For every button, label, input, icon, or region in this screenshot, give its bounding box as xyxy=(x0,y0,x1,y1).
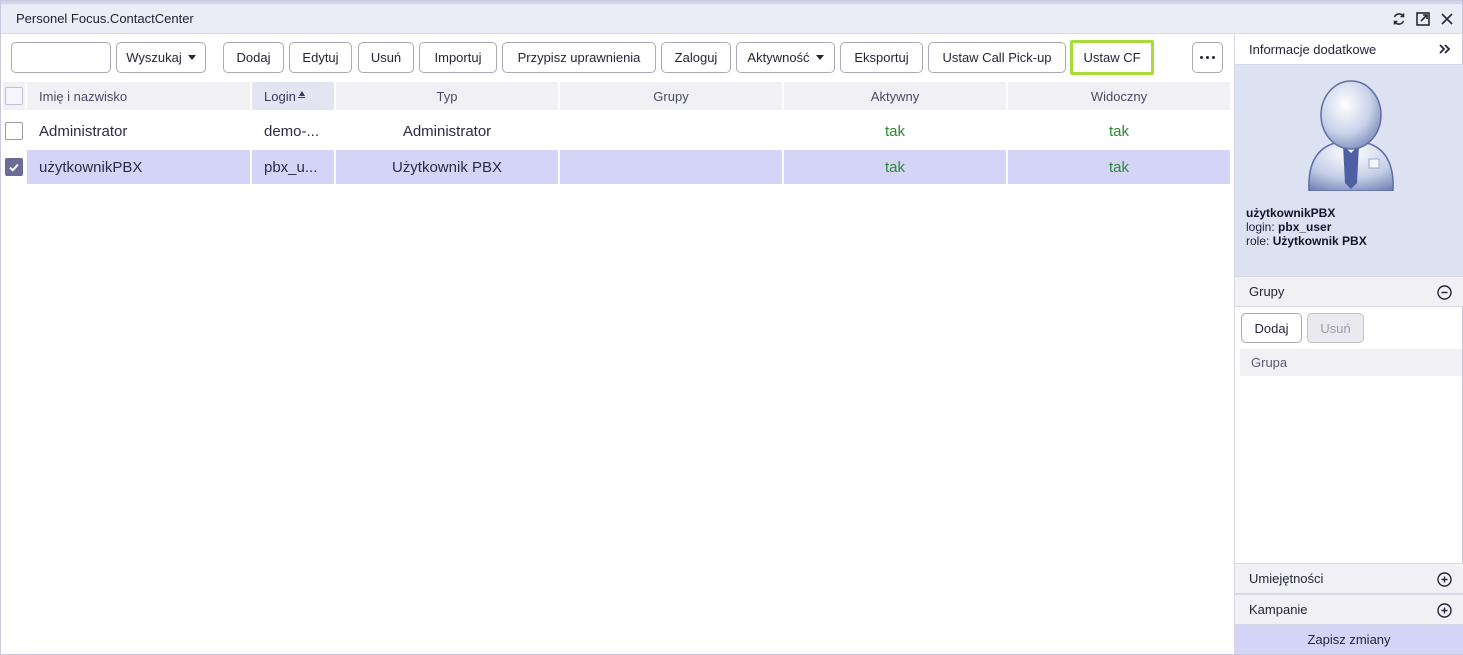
caret-down-icon xyxy=(815,55,824,60)
user-info: użytkownikPBX login: pbx_user role: Użyt… xyxy=(1246,206,1367,248)
cell-active: tak xyxy=(884,122,905,140)
column-header-type[interactable]: Typ xyxy=(336,82,558,110)
row-checkbox-cell xyxy=(3,150,25,184)
column-header-login-label: Login xyxy=(264,88,296,104)
row-checkbox-checked[interactable] xyxy=(5,158,23,176)
user-profile-card: użytkownikPBX login: pbx_user role: Użyt… xyxy=(1235,65,1463,276)
cell-type: Użytkownik PBX xyxy=(336,150,558,184)
cell-type: Administrator xyxy=(402,122,492,140)
set-call-pickup-button[interactable]: Ustaw Call Pick-up xyxy=(928,42,1066,73)
add-group-button[interactable]: Dodaj xyxy=(1241,313,1302,343)
window-actions xyxy=(1390,10,1456,28)
cell-login: pbx_u... xyxy=(252,150,334,184)
login-button[interactable]: Zaloguj xyxy=(661,42,731,73)
campaigns-section-title: Kampanie xyxy=(1249,602,1308,617)
details-panel: Informacje dodatkowe użytkownikPBX login… xyxy=(1234,34,1463,654)
remove-group-button[interactable]: Usuń xyxy=(1307,313,1364,343)
cell-visible: tak xyxy=(1108,122,1129,140)
close-icon[interactable] xyxy=(1438,10,1456,28)
plus-circle-icon[interactable] xyxy=(1437,603,1452,618)
app-window: Personel Focus.ContactCenter Wyszukaj Do… xyxy=(0,0,1463,655)
search-input[interactable] xyxy=(11,42,111,73)
delete-button[interactable]: Usuń xyxy=(358,42,414,73)
table-row[interactable]: Administrator demo-... Administrator tak… xyxy=(3,114,1231,148)
activity-label: Aktywność xyxy=(747,50,810,65)
column-header-groups[interactable]: Grupy xyxy=(560,82,782,110)
cell-active: tak xyxy=(784,150,1006,184)
assign-permissions-button[interactable]: Przypisz uprawnienia xyxy=(502,42,656,73)
activity-dropdown-button[interactable]: Aktywność xyxy=(736,42,835,73)
double-chevron-right-icon[interactable] xyxy=(1437,42,1451,56)
role-value: Użytkownik PBX xyxy=(1272,234,1367,248)
cell-name: Administrator xyxy=(39,122,128,140)
row-checkbox[interactable] xyxy=(5,122,23,140)
column-header-name[interactable]: Imię i nazwisko xyxy=(27,82,250,110)
user-name: użytkownikPBX xyxy=(1246,206,1336,220)
cell-login: demo-... xyxy=(264,122,320,140)
plus-circle-icon[interactable] xyxy=(1437,572,1452,587)
title-bar: Personel Focus.ContactCenter xyxy=(1,1,1462,34)
save-changes-button[interactable]: Zapisz zmiany xyxy=(1235,625,1463,654)
row-checkbox-cell xyxy=(3,114,25,148)
skills-section-header[interactable]: Umiejętności xyxy=(1235,563,1463,594)
set-cf-button[interactable]: Ustaw CF xyxy=(1070,40,1154,75)
sort-ascending-icon xyxy=(298,90,305,96)
window-title: Personel Focus.ContactCenter xyxy=(16,11,194,26)
column-header-active[interactable]: Aktywny xyxy=(784,82,1006,110)
login-value: pbx_user xyxy=(1278,220,1332,234)
campaigns-section-header[interactable]: Kampanie xyxy=(1235,594,1463,625)
select-all-cell xyxy=(3,82,25,110)
details-panel-header: Informacje dodatkowe xyxy=(1235,34,1463,65)
edit-button[interactable]: Edytuj xyxy=(289,42,352,73)
groups-section-title: Grupy xyxy=(1249,284,1285,299)
login-label: login: xyxy=(1246,220,1275,234)
avatar xyxy=(1305,79,1397,192)
caret-down-icon xyxy=(187,55,196,60)
cell-groups xyxy=(560,114,782,148)
popout-icon[interactable] xyxy=(1414,10,1432,28)
groups-section-header[interactable]: Grupy xyxy=(1235,276,1463,307)
search-dropdown-button[interactable]: Wyszukaj xyxy=(116,42,206,73)
more-options-button[interactable] xyxy=(1192,42,1223,73)
details-panel-title: Informacje dodatkowe xyxy=(1249,41,1377,57)
export-button[interactable]: Eksportuj xyxy=(840,42,923,73)
skills-section-title: Umiejętności xyxy=(1249,571,1324,586)
search-dropdown-label: Wyszukaj xyxy=(126,50,182,65)
refresh-icon[interactable] xyxy=(1390,10,1408,28)
sort-bar xyxy=(297,96,305,98)
column-header-visible[interactable]: Widoczny xyxy=(1008,82,1230,110)
add-button[interactable]: Dodaj xyxy=(223,42,284,73)
select-all-checkbox[interactable] xyxy=(5,87,23,105)
toolbar: Wyszukaj Dodaj Edytuj Usuń Importuj Przy… xyxy=(11,40,1226,75)
group-column-header: Grupa xyxy=(1240,349,1462,376)
role-label: role: xyxy=(1246,234,1270,248)
table-row-selected[interactable]: użytkownikPBX pbx_u... Użytkownik PBX ta… xyxy=(3,150,1231,184)
minus-circle-icon[interactable] xyxy=(1437,285,1452,300)
cell-visible: tak xyxy=(1008,150,1230,184)
table-header: Imię i nazwisko Login Typ Grupy Aktywny … xyxy=(3,82,1231,110)
more-dots-icon xyxy=(1200,56,1215,59)
cell-groups xyxy=(560,150,782,184)
check-icon xyxy=(9,163,19,172)
cell-name: użytkownikPBX xyxy=(27,150,250,184)
import-button[interactable]: Importuj xyxy=(419,42,497,73)
column-header-login[interactable]: Login xyxy=(252,82,334,110)
